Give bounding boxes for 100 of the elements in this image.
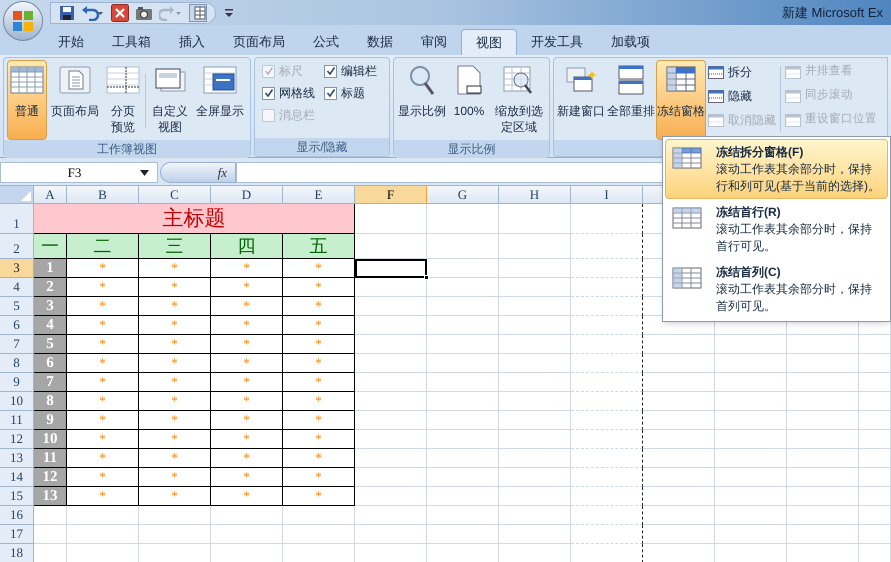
empty-cell (355, 487, 427, 506)
dropdown-caret-icon[interactable] (140, 170, 149, 176)
row-header[interactable]: 2 (0, 234, 34, 259)
ribbon-tab[interactable]: 数据 (353, 29, 407, 55)
row-header[interactable]: 4 (0, 278, 34, 297)
ribbon-button[interactable]: 全屏显示 (194, 60, 246, 140)
empty-cell (427, 430, 499, 449)
index-cell: 12 (34, 468, 67, 487)
menu-item-description: 滚动工作表其余部分时，保持行和列可见(基于当前的选择)。 (716, 161, 881, 195)
checkbox[interactable] (324, 64, 337, 78)
row-header[interactable]: 16 (0, 506, 34, 525)
ribbon-tab[interactable]: 开发工具 (517, 29, 597, 55)
empty-cell (715, 354, 787, 373)
ribbon-button[interactable]: 页面布局 (49, 60, 101, 140)
row-header[interactable]: 17 (0, 525, 34, 544)
ribbon-small-button[interactable]: 隐藏 (708, 84, 776, 108)
empty-cell (499, 449, 571, 468)
row-header[interactable]: 15 (0, 487, 34, 506)
row-header[interactable]: 8 (0, 354, 34, 373)
index-cell: 9 (34, 411, 67, 430)
ribbon-button[interactable]: 新建窗口 (556, 60, 606, 140)
column-header[interactable]: B (67, 186, 139, 204)
empty-cell (499, 259, 571, 278)
row-header[interactable]: 3 (0, 259, 34, 278)
active-cell[interactable] (355, 259, 427, 278)
column-header[interactable]: A (34, 186, 67, 204)
row-header[interactable]: 1 (0, 204, 34, 234)
title-cell: 主标题 (34, 204, 355, 234)
table-cell: * (139, 449, 211, 468)
checkbox-option[interactable]: 编辑栏 (324, 60, 392, 82)
empty-cell (355, 335, 427, 354)
row-header[interactable]: 7 (0, 335, 34, 354)
row-header[interactable]: 6 (0, 316, 34, 335)
checkbox-option[interactable]: 网格线 (262, 82, 324, 104)
ribbon-small-button[interactable]: 拆分 (708, 60, 776, 84)
ribbon-button[interactable]: 自定义视图 (148, 60, 192, 140)
ribbon-button[interactable]: 缩放到选定区域 (490, 60, 548, 140)
column-header[interactable]: E (283, 186, 355, 204)
ribbon-button[interactable]: 冻结窗格 (656, 60, 706, 140)
column-header[interactable]: C (139, 186, 211, 204)
column-header[interactable]: G (427, 186, 499, 204)
column-header[interactable]: I (571, 186, 643, 204)
name-box[interactable]: F3 (0, 162, 158, 183)
ribbon-button[interactable]: 普通 (7, 60, 47, 140)
column-header[interactable]: D (211, 186, 283, 204)
checkbox-option[interactable]: 标题 (324, 82, 392, 104)
empty-cell (571, 234, 643, 259)
table-cell: * (67, 354, 139, 373)
ribbon-button[interactable]: 100% (448, 60, 490, 140)
menu-item[interactable]: 冻结拆分窗格(F) 滚动工作表其余部分时，保持行和列可见(基于当前的选择)。 (665, 139, 888, 199)
ribbon-tab[interactable]: 插入 (165, 29, 219, 55)
ribbon-tab[interactable]: 工具箱 (98, 29, 165, 55)
ribbon-button[interactable]: 显示比例 (396, 60, 448, 140)
row-header[interactable]: 5 (0, 297, 34, 316)
table-cell: * (67, 373, 139, 392)
empty-cell (715, 392, 787, 411)
ribbon-tab[interactable]: 审阅 (407, 29, 461, 55)
row-header[interactable]: 11 (0, 411, 34, 430)
ribbon-tab[interactable]: 开始 (44, 29, 98, 55)
customize-caret-icon[interactable] (224, 8, 234, 18)
empty-cell (499, 234, 571, 259)
menu-item[interactable]: 冻结首行(R) 滚动工作表其余部分时，保持首行可见。 (665, 199, 888, 259)
empty-cell (643, 487, 715, 506)
menu-item[interactable]: 冻结首列(C) 滚动工作表其余部分时，保持首列可见。 (665, 259, 888, 319)
row-header[interactable]: 12 (0, 430, 34, 449)
row-header[interactable]: 14 (0, 468, 34, 487)
pane-icon (708, 66, 724, 78)
column-header[interactable]: F (355, 186, 427, 204)
empty-cell (571, 525, 643, 544)
empty-cell (571, 259, 643, 278)
empty-cell (715, 430, 787, 449)
ribbon-tab[interactable]: 视图 (461, 29, 517, 55)
row-header[interactable]: 18 (0, 544, 34, 562)
ribbon-tab[interactable]: 页面布局 (219, 29, 299, 55)
index-cell: 11 (34, 449, 67, 468)
empty-cell (355, 449, 427, 468)
ribbon-tab[interactable]: 公式 (299, 29, 353, 55)
row-header[interactable]: 9 (0, 373, 34, 392)
pane-icon (708, 90, 724, 102)
empty-cell (499, 354, 571, 373)
function-button[interactable]: fx (218, 162, 227, 182)
undo-icon[interactable] (81, 4, 105, 20)
save-icon[interactable] (59, 4, 75, 20)
empty-cell (355, 525, 427, 544)
grid-icon[interactable] (189, 4, 207, 22)
column-header[interactable]: H (499, 186, 571, 204)
row-header[interactable]: 13 (0, 449, 34, 468)
empty-cell (715, 411, 787, 430)
empty-cell (499, 316, 571, 335)
empty-cell (643, 411, 715, 430)
index-cell: 7 (34, 373, 67, 392)
ribbon-tab[interactable]: 加载项 (597, 29, 664, 55)
ribbon-button[interactable]: 分页预览 (103, 60, 143, 140)
checkbox[interactable] (262, 86, 275, 100)
camera-icon[interactable] (135, 4, 153, 20)
close-icon[interactable] (111, 4, 129, 22)
ribbon-button[interactable]: 全部重排 (606, 60, 656, 140)
row-header[interactable]: 10 (0, 392, 34, 411)
checkbox[interactable] (324, 86, 337, 100)
empty-cell (355, 468, 427, 487)
